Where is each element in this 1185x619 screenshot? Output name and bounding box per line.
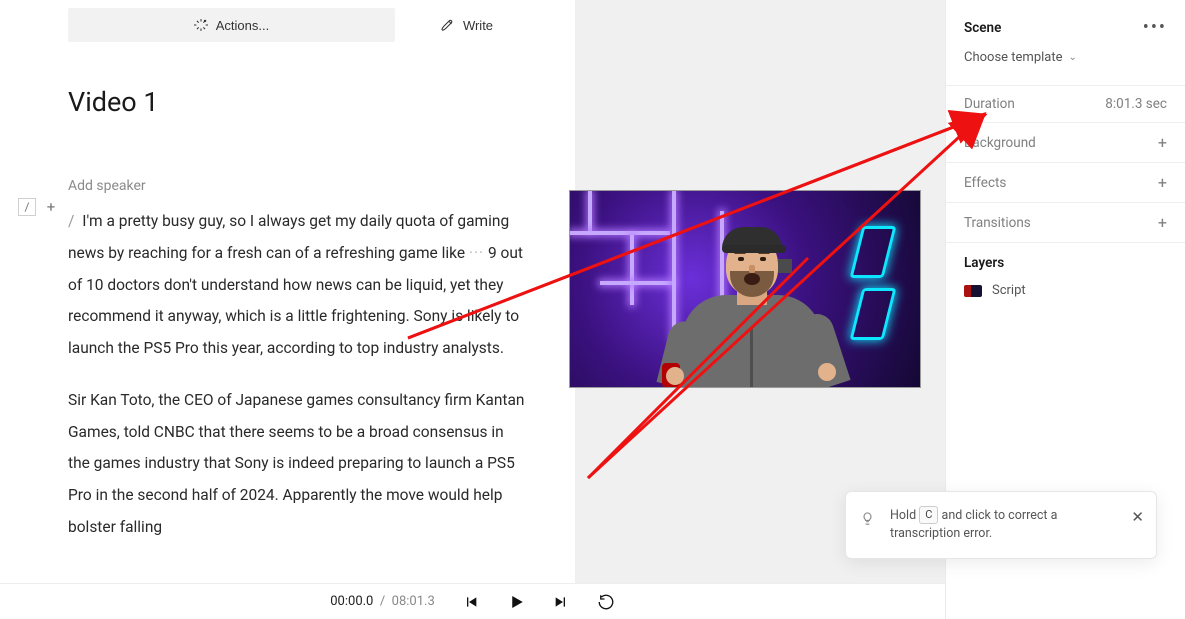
effects-row[interactable]: Effects + <box>946 163 1185 202</box>
transcript-paragraph[interactable]: / I'm a pretty busy guy, so I always get… <box>68 206 527 365</box>
actions-button[interactable]: Actions... <box>68 8 395 42</box>
editor-column: / + Actions... <box>0 0 575 619</box>
lightbulb-icon <box>860 510 875 533</box>
transitions-label: Transitions <box>964 215 1031 231</box>
correction-tip: Hold C and click to correct a transcript… <box>845 491 1157 560</box>
add-effects-button[interactable]: + <box>1158 173 1167 192</box>
tip-keycap: C <box>919 506 938 524</box>
transitions-row[interactable]: Transitions + <box>946 203 1185 242</box>
add-speaker-button[interactable]: Add speaker <box>68 178 527 194</box>
write-button[interactable]: Write <box>407 8 527 42</box>
scene-more-button[interactable]: ••• <box>1143 23 1167 34</box>
loop-button[interactable] <box>597 593 615 611</box>
tip-close-button[interactable]: ✕ <box>1131 506 1144 529</box>
playback-time: 00:00.0 / 08:01.3 <box>330 594 435 609</box>
sparkle-icon <box>194 18 208 32</box>
duration-label: Duration <box>964 96 1015 112</box>
choose-template-button[interactable]: Choose template ⌄ <box>946 46 1185 85</box>
layer-thumbnail <box>964 285 982 297</box>
preview-person <box>682 217 822 387</box>
transcript-text[interactable]: I'm a pretty busy guy, so I always get m… <box>68 212 509 262</box>
time-current: 00:00.0 <box>330 594 373 609</box>
skip-forward-button[interactable] <box>553 594 569 610</box>
layers-heading: Layers <box>946 243 1185 279</box>
video-preview[interactable] <box>569 190 921 388</box>
gap-marker[interactable]: ··· <box>469 244 484 262</box>
duration-value: 8:01.3 sec <box>1105 96 1167 112</box>
transcript-text[interactable]: Sir Kan Toto, the CEO of Japanese games … <box>68 391 524 536</box>
transcript-body[interactable]: / I'm a pretty busy guy, so I always get… <box>68 206 527 544</box>
layer-script[interactable]: Script <box>946 279 1185 302</box>
time-total: 08:01.3 <box>392 594 435 609</box>
chevron-down-icon: ⌄ <box>1069 52 1077 63</box>
actions-label: Actions... <box>216 18 269 33</box>
video-title[interactable]: Video 1 <box>68 86 527 118</box>
time-sep: / <box>380 594 385 609</box>
add-background-button[interactable]: + <box>1158 133 1167 152</box>
add-transitions-button[interactable]: + <box>1158 213 1167 232</box>
pen-icon <box>441 18 455 32</box>
write-label: Write <box>463 18 493 33</box>
skip-back-button[interactable] <box>463 594 479 610</box>
slash-command-button[interactable]: / <box>18 198 36 216</box>
add-block-button[interactable]: + <box>42 198 60 216</box>
layer-label: Script <box>992 283 1026 298</box>
transcript-paragraph[interactable]: Sir Kan Toto, the CEO of Japanese games … <box>68 385 527 544</box>
background-row[interactable]: Background + <box>946 123 1185 162</box>
line-rail: / + <box>18 198 60 216</box>
editor-toolbar: Actions... Write <box>68 8 527 42</box>
scene-heading: Scene <box>964 20 1001 36</box>
tip-text-pre: Hold <box>890 508 916 523</box>
tip-text-post: and click to correct a transcription err… <box>890 508 1057 542</box>
play-button[interactable] <box>507 593 525 611</box>
choose-template-label: Choose template <box>964 50 1063 65</box>
background-label: Background <box>964 135 1036 151</box>
cursor-slash: / <box>68 212 74 230</box>
effects-label: Effects <box>964 175 1006 191</box>
playback-bar: 00:00.0 / 08:01.3 <box>0 583 945 619</box>
